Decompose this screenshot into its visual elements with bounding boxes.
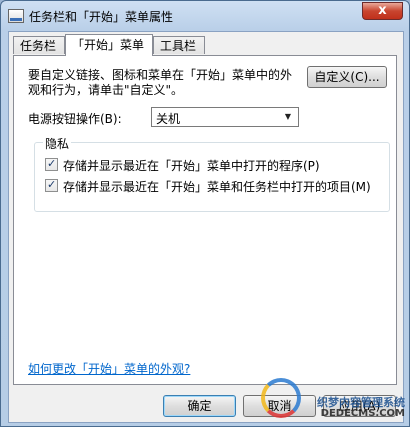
recent-programs-checkbox[interactable]: ✓	[45, 157, 58, 171]
dialog-client-area: 任务栏 「开始」菜单 工具栏 要自定义链接、图标和菜单在「开始」菜单中的外观和行…	[8, 31, 404, 423]
close-icon: x	[378, 3, 387, 18]
customize-description: 要自定义链接、图标和菜单在「开始」菜单中的外观和行为，请单击"自定义"。	[28, 68, 293, 97]
tab-taskbar[interactable]: 任务栏	[13, 36, 65, 54]
customize-button[interactable]: 自定义(C)...	[307, 66, 387, 88]
ok-button[interactable]: 确定	[163, 395, 236, 417]
chevron-down-icon: ▼	[284, 112, 292, 121]
apply-button[interactable]: 应用(A)	[323, 395, 396, 417]
start-menu-help-link[interactable]: 如何更改「开始」菜单的外观?	[28, 360, 190, 377]
recent-items-checkbox[interactable]: ✓	[45, 178, 58, 192]
window-title: 任务栏和「开始」菜单属性	[29, 10, 174, 24]
check-icon: ✓	[47, 178, 57, 191]
power-button-value: 关机	[156, 112, 181, 126]
tab-toolbars[interactable]: 工具栏	[153, 36, 205, 54]
close-button[interactable]: x	[362, 2, 403, 20]
recent-programs-label: 存储并显示最近在「开始」菜单中打开的程序(P)	[63, 159, 320, 173]
start-menu-panel: 要自定义链接、图标和菜单在「开始」菜单中的外观和行为，请单击"自定义"。 自定义…	[13, 55, 397, 385]
title-bar[interactable]: 任务栏和「开始」菜单属性 x	[1, 1, 409, 31]
properties-window: 任务栏和「开始」菜单属性 x 任务栏 「开始」菜单 工具栏 要自定义链接、图标和…	[0, 0, 410, 427]
privacy-group-title: 隐私	[43, 135, 72, 152]
tab-start-menu[interactable]: 「开始」菜单	[65, 34, 153, 56]
power-button-label: 电源按钮操作(B):	[28, 112, 122, 126]
taskbar-properties-icon	[8, 9, 24, 23]
cancel-button[interactable]: 取消	[243, 395, 316, 417]
power-button-select[interactable]: 关机 ▼	[151, 107, 299, 127]
check-icon: ✓	[47, 157, 57, 170]
privacy-group: 隐私 ✓ 存储并显示最近在「开始」菜单中打开的程序(P) ✓ 存储并显示最近在「…	[34, 135, 390, 212]
recent-items-label: 存储并显示最近在「开始」菜单和任务栏中打开的项目(M)	[63, 180, 371, 194]
